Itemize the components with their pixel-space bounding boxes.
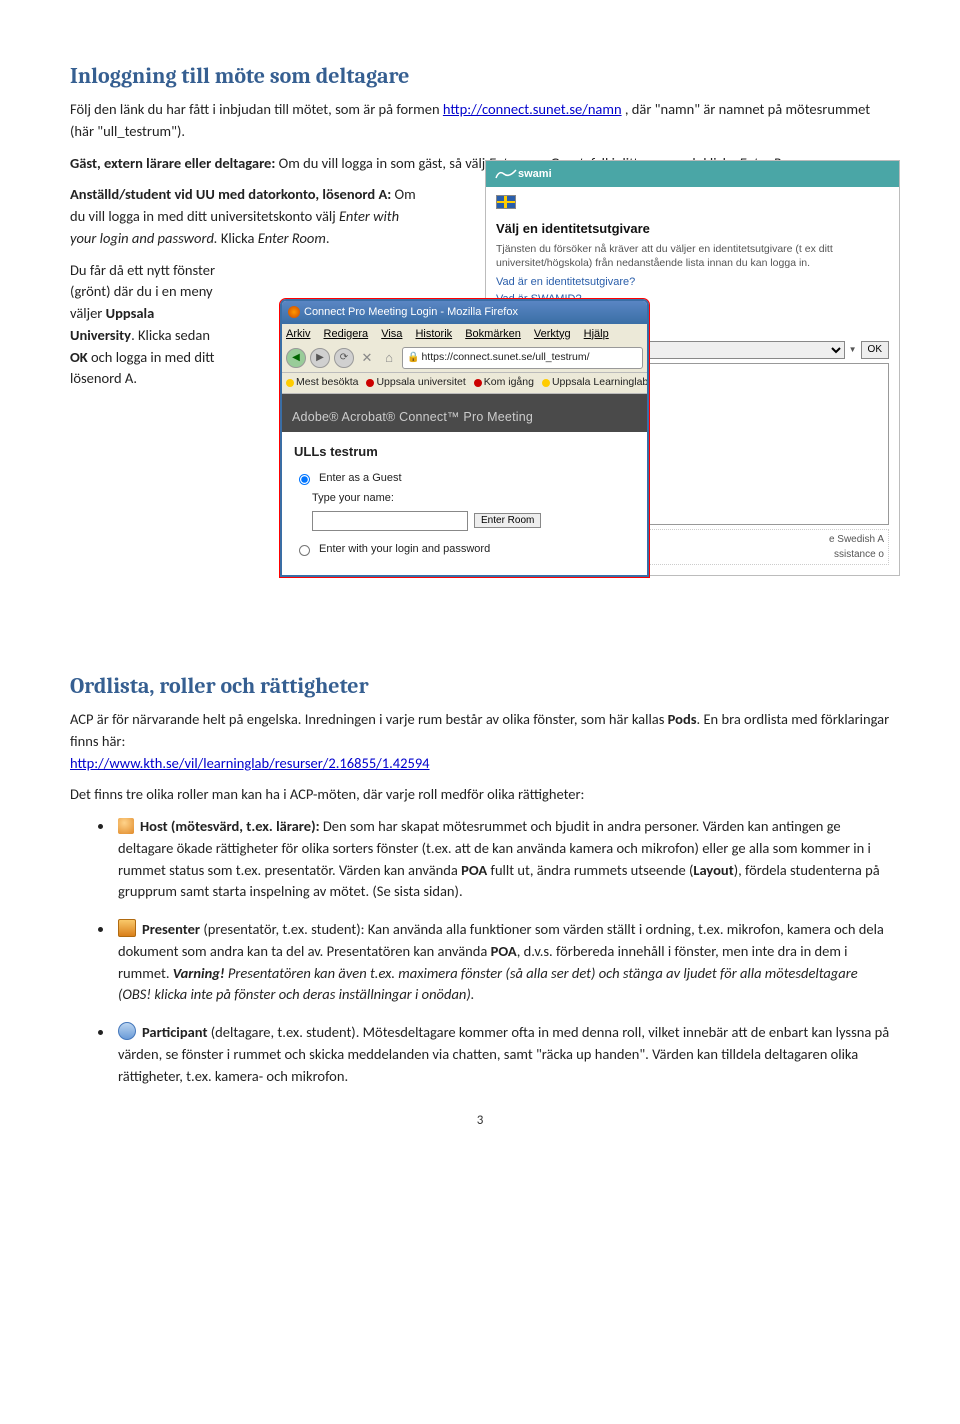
swami-ok-button[interactable]: OK — [861, 341, 889, 359]
swami-logo-icon — [494, 167, 518, 181]
text-bold: POA — [491, 942, 517, 960]
radio-guest[interactable] — [299, 474, 310, 485]
address-bar[interactable]: 🔒https://connect.sunet.se/ull_testrum/ — [402, 347, 643, 369]
text-bold: Host (mötesvärd, t.ex. lärare): — [140, 817, 320, 835]
login-panel: ULLs testrum Enter as a Guest Type your … — [282, 432, 647, 575]
menu-bar[interactable]: Arkiv Redigera Visa Historik Bokmärken V… — [282, 324, 647, 345]
text: ACP är för närvarande helt på engelska. … — [70, 710, 668, 728]
bookmark-item[interactable]: Uppsala universitet — [366, 375, 465, 391]
window-titlebar: Connect Pro Meeting Login - Mozilla Fire… — [282, 301, 647, 324]
text-bold: Gäst, extern lärare eller deltagare: — [70, 154, 279, 172]
nav-reload-button[interactable]: ⟳ — [334, 348, 354, 368]
swami-faq-link-1[interactable]: Vad är en identitetsutgivare? — [496, 276, 635, 288]
swami-brand-label: swami — [518, 166, 552, 183]
radio-login-label: Enter with your login and password — [319, 541, 490, 558]
chevron-down-icon: ▼ — [849, 344, 857, 356]
swami-description: Tjänsten du försöker nå kräver att du vä… — [496, 242, 889, 270]
nav-back-button[interactable]: ◀ — [286, 348, 306, 368]
firefox-icon — [288, 306, 300, 318]
text: Följ den länk du har fått i inbjudan til… — [70, 100, 443, 118]
text-bold: Anställd/student vid UU med datorkonto, … — [70, 185, 395, 203]
text: (deltagare, t.ex. student). Mötesdeltaga… — [118, 1023, 889, 1085]
role-item-presenter: Presenter (presentatör, t.ex. student): … — [114, 919, 890, 1006]
bookmark-item[interactable]: Mest besökta — [286, 375, 358, 391]
enter-room-button[interactable]: Enter Room — [474, 513, 541, 528]
firefox-window-screenshot: Connect Pro Meeting Login - Mozilla Fire… — [280, 299, 649, 577]
bookmarks-toolbar[interactable]: Mest besökta Uppsala universitet Kom igå… — [282, 373, 647, 394]
text-italic: Presentatören kan även t.ex. maximera fö… — [118, 964, 858, 1004]
menu-item[interactable]: Visa — [381, 328, 402, 340]
role-item-host: Host (mötesvärd, t.ex. lärare): Den som … — [114, 816, 890, 903]
heading-inloggning: Inloggning till möte som deltagare — [70, 60, 890, 93]
nav-toolbar: ◀ ▶ ⟳ ✕ ⌂ 🔒https://connect.sunet.se/ull_… — [282, 344, 647, 373]
text: . Klicka sedan — [131, 326, 210, 344]
kth-link[interactable]: http://www.kth.se/vil/learninglab/resurs… — [70, 754, 430, 772]
intro-paragraph: Följ den länk du har fått i inbjudan til… — [70, 99, 890, 143]
menu-item[interactable]: Arkiv — [286, 328, 310, 340]
text-italic: Enter Room — [258, 229, 326, 247]
lock-icon: 🔒 — [407, 352, 419, 363]
text-bold: OK — [70, 348, 88, 366]
heading-ordlista: Ordlista, roller och rättigheter — [70, 670, 890, 703]
radio-login[interactable] — [299, 545, 310, 556]
menu-item[interactable]: Hjälp — [584, 328, 609, 340]
role-item-participant: Participant (deltagare, t.ex. student). … — [114, 1022, 890, 1087]
url-text: https://connect.sunet.se/ull_testrum/ — [421, 351, 589, 363]
text: Klicka — [221, 229, 258, 247]
ordlista-paragraph-1: ACP är för närvarande helt på engelska. … — [70, 709, 890, 774]
roles-intro-paragraph: Det finns tre olika roller man kan ha i … — [70, 784, 890, 806]
radio-guest-label: Enter as a Guest — [319, 470, 402, 487]
bookmark-item[interactable]: Uppsala Learninglab — [542, 375, 647, 391]
room-title-label: ULLs testrum — [294, 442, 635, 462]
menu-item[interactable]: Historik — [415, 328, 452, 340]
menu-item[interactable]: Bokmärken — [465, 328, 521, 340]
bookmark-item[interactable]: Kom igång — [474, 375, 534, 391]
text-bold: POA — [461, 861, 487, 879]
text: och logga in med ditt lösenord A. — [70, 348, 214, 388]
text-bold: Layout — [693, 861, 733, 879]
participant-icon — [118, 1022, 136, 1040]
page-number: 3 — [70, 1111, 890, 1131]
page-content-header: Adobe® Acrobat® Connect™ Pro Meeting — [282, 394, 647, 433]
host-icon — [118, 818, 134, 834]
nav-forward-button[interactable]: ▶ — [310, 348, 330, 368]
text-warning: Varning! — [173, 964, 225, 982]
text-bold: Pods — [668, 710, 697, 728]
swami-heading: Välj en identitetsutgivare — [496, 219, 889, 239]
name-field-label: Type your name: — [312, 490, 394, 507]
acp-product-label: Adobe® Acrobat® Connect™ Pro Meeting — [292, 410, 533, 424]
text-bold: Presenter — [142, 920, 200, 938]
green-window-paragraph: Du får då ett nytt fönster (grönt) där d… — [70, 260, 220, 391]
staff-paragraph: Anställd/student vid UU med datorkonto, … — [70, 184, 420, 249]
text: fullt ut, ändra rummets utseende ( — [487, 861, 693, 879]
guest-name-input[interactable] — [312, 511, 468, 531]
nav-home-button[interactable]: ⌂ — [380, 349, 398, 367]
text: Om du vill logga in som gäst, så välj — [279, 154, 489, 172]
menu-item[interactable]: Redigera — [324, 328, 369, 340]
text-bold: Participant — [142, 1023, 207, 1041]
text: . — [326, 229, 330, 247]
example-url-link[interactable]: http://connect.sunet.se/namn — [443, 100, 622, 118]
presenter-icon — [118, 919, 136, 937]
menu-item[interactable]: Verktyg — [534, 328, 571, 340]
window-title: Connect Pro Meeting Login - Mozilla Fire… — [304, 304, 518, 321]
nav-stop-button[interactable]: ✕ — [358, 349, 376, 367]
roles-list: Host (mötesvärd, t.ex. lärare): Den som … — [70, 816, 890, 1087]
swedish-flag-icon — [496, 195, 516, 209]
swami-header-bar: swami — [486, 161, 899, 187]
